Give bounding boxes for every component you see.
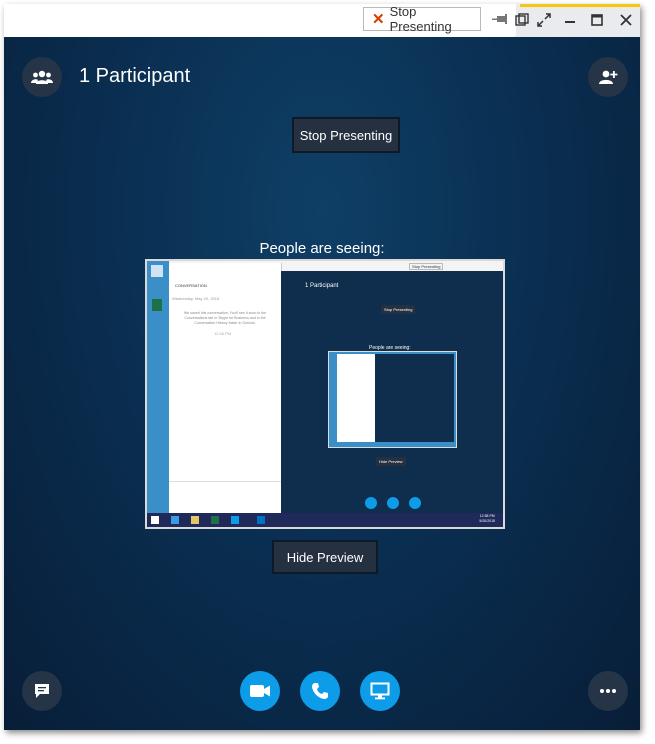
mini-meeting-stage: 1 Participant Stop Presenting People are… (281, 271, 503, 513)
hide-preview-button[interactable]: Hide Preview (272, 540, 378, 574)
mini-outlook-icon (257, 516, 265, 524)
video-button[interactable] (240, 671, 280, 711)
mini-stop-presenting: Stop Presenting (409, 263, 444, 270)
people-seeing-label: People are seeing: (259, 240, 385, 257)
meeting-stage: 1 Participant Stop Presenting People are… (4, 37, 640, 730)
mini-folder-icon (191, 516, 199, 524)
mini-nested-preview (328, 351, 457, 448)
close-icon[interactable] (616, 10, 636, 30)
title-bar: ✕ Stop Presenting (4, 4, 640, 37)
mini-message: We saved this conversation. You'll see i… (183, 311, 267, 325)
add-person-icon (599, 70, 618, 84)
pin-icon[interactable] (492, 13, 510, 25)
phone-icon (312, 683, 328, 699)
stop-presenting-toolbar-label: Stop Presenting (389, 4, 452, 34)
participants-icon (31, 70, 53, 84)
chat-icon (35, 684, 49, 698)
add-participant-button[interactable] (588, 57, 628, 97)
mini-conversation-title: CONVERSATION (175, 283, 207, 288)
popout-icon[interactable] (512, 10, 532, 30)
mini-stop-button: Stop Presenting (381, 305, 416, 314)
present-screen-icon (370, 682, 390, 700)
presenting-indicator (520, 4, 640, 7)
recycle-bin-icon (151, 265, 163, 277)
minimize-icon[interactable] (560, 10, 580, 30)
stop-presenting-toolbar-button[interactable]: ✕ Stop Presenting (363, 4, 481, 34)
more-options-button[interactable] (588, 671, 628, 711)
phone-button[interactable] (300, 671, 340, 711)
mini-phone-icon (387, 497, 399, 509)
mini-clock: 12:58 PM 5/20/2015 (479, 514, 495, 523)
hide-preview-label: Hide Preview (286, 549, 364, 565)
mini-ie-icon (171, 516, 179, 524)
mini-participants: 1 Participant (305, 283, 339, 289)
mini-conversation-pane: CONVERSATION Wednesday, May 20, 2015 We … (169, 263, 282, 513)
video-icon (250, 685, 270, 697)
more-options-icon (600, 689, 616, 693)
mini-present-icon (409, 497, 421, 509)
meeting-window: ✕ Stop Presenting 1 Participant Stop Pre… (4, 4, 640, 730)
mini-video-icon (365, 497, 377, 509)
mini-excel-icon (211, 516, 219, 524)
stop-x-icon: ✕ (372, 11, 385, 28)
screen-share-preview: Currently presenting Give Control Stop P… (145, 259, 505, 529)
participants-button[interactable] (22, 57, 62, 97)
maximize-icon[interactable] (587, 10, 607, 30)
stop-presenting-button[interactable]: Stop Presenting (292, 117, 400, 153)
participants-count: 1 Participant (79, 65, 191, 87)
mini-start-icon (151, 516, 159, 524)
mini-skype-icon (231, 516, 239, 524)
present-button[interactable] (360, 671, 400, 711)
chat-button[interactable] (22, 671, 62, 711)
mini-date: Wednesday, May 20, 2015 (172, 296, 220, 301)
mini-time: 12:46 PM (214, 331, 232, 336)
excel-file-icon (152, 299, 162, 311)
mini-hide-preview: Hide Preview (376, 457, 406, 466)
mini-taskbar: 12:58 PM 5/20/2015 (147, 513, 503, 527)
maximize-restore-icon[interactable] (534, 10, 554, 30)
stop-presenting-label: Stop Presenting (299, 127, 393, 143)
